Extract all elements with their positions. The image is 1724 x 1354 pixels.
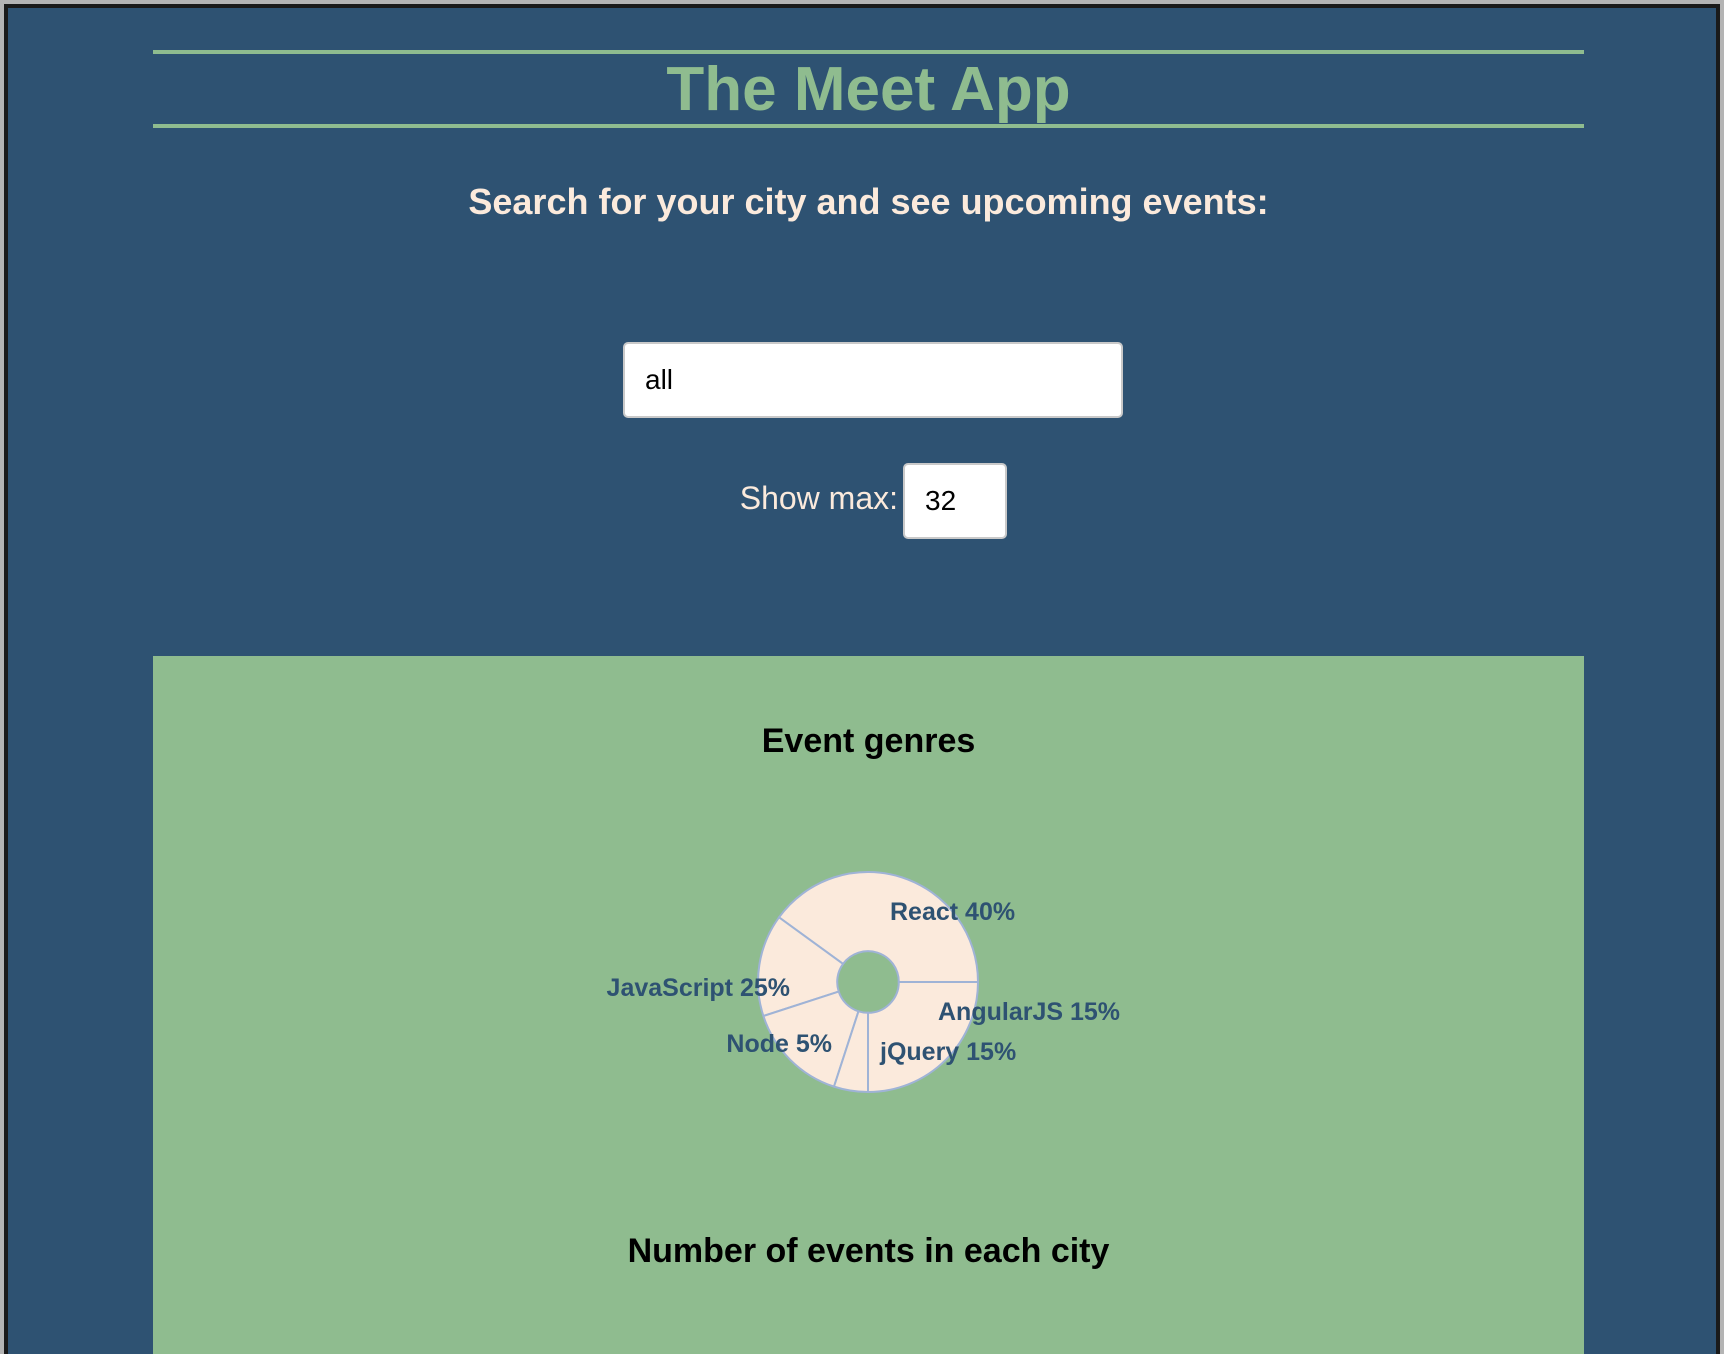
show-max-label: Show max: [739,480,898,516]
genres-pie-chart: React 40% AngularJS 15% jQuery 15% Node 5% J… [607,871,1120,1094]
pie-label-jquery: jQuery 15% [879,1038,1016,1066]
app-title: The Meet App [666,55,1071,124]
pie-label-javascript: JavaScript 25% [607,974,790,1002]
city-events-chart-title: Number of events in each city [627,1232,1110,1270]
app-content: The Meet App Search for your city and se… [153,8,1584,1354]
app-subtitle: Search for your city and see upcoming ev… [468,181,1269,222]
number-of-events-input[interactable] [903,463,1007,539]
pie-label-angularjs: AngularJS 15% [938,998,1120,1026]
app-viewport: The Meet App Search for your city and se… [4,4,1720,1354]
city-search-input[interactable] [623,342,1123,418]
app-header: The Meet App [153,50,1584,128]
charts-container: Event genres React 40% AngularJS 15% jQuer… [153,656,1584,1354]
pie-label-react: React 40% [890,898,1015,926]
pie-label-node: Node 5% [726,1030,832,1058]
